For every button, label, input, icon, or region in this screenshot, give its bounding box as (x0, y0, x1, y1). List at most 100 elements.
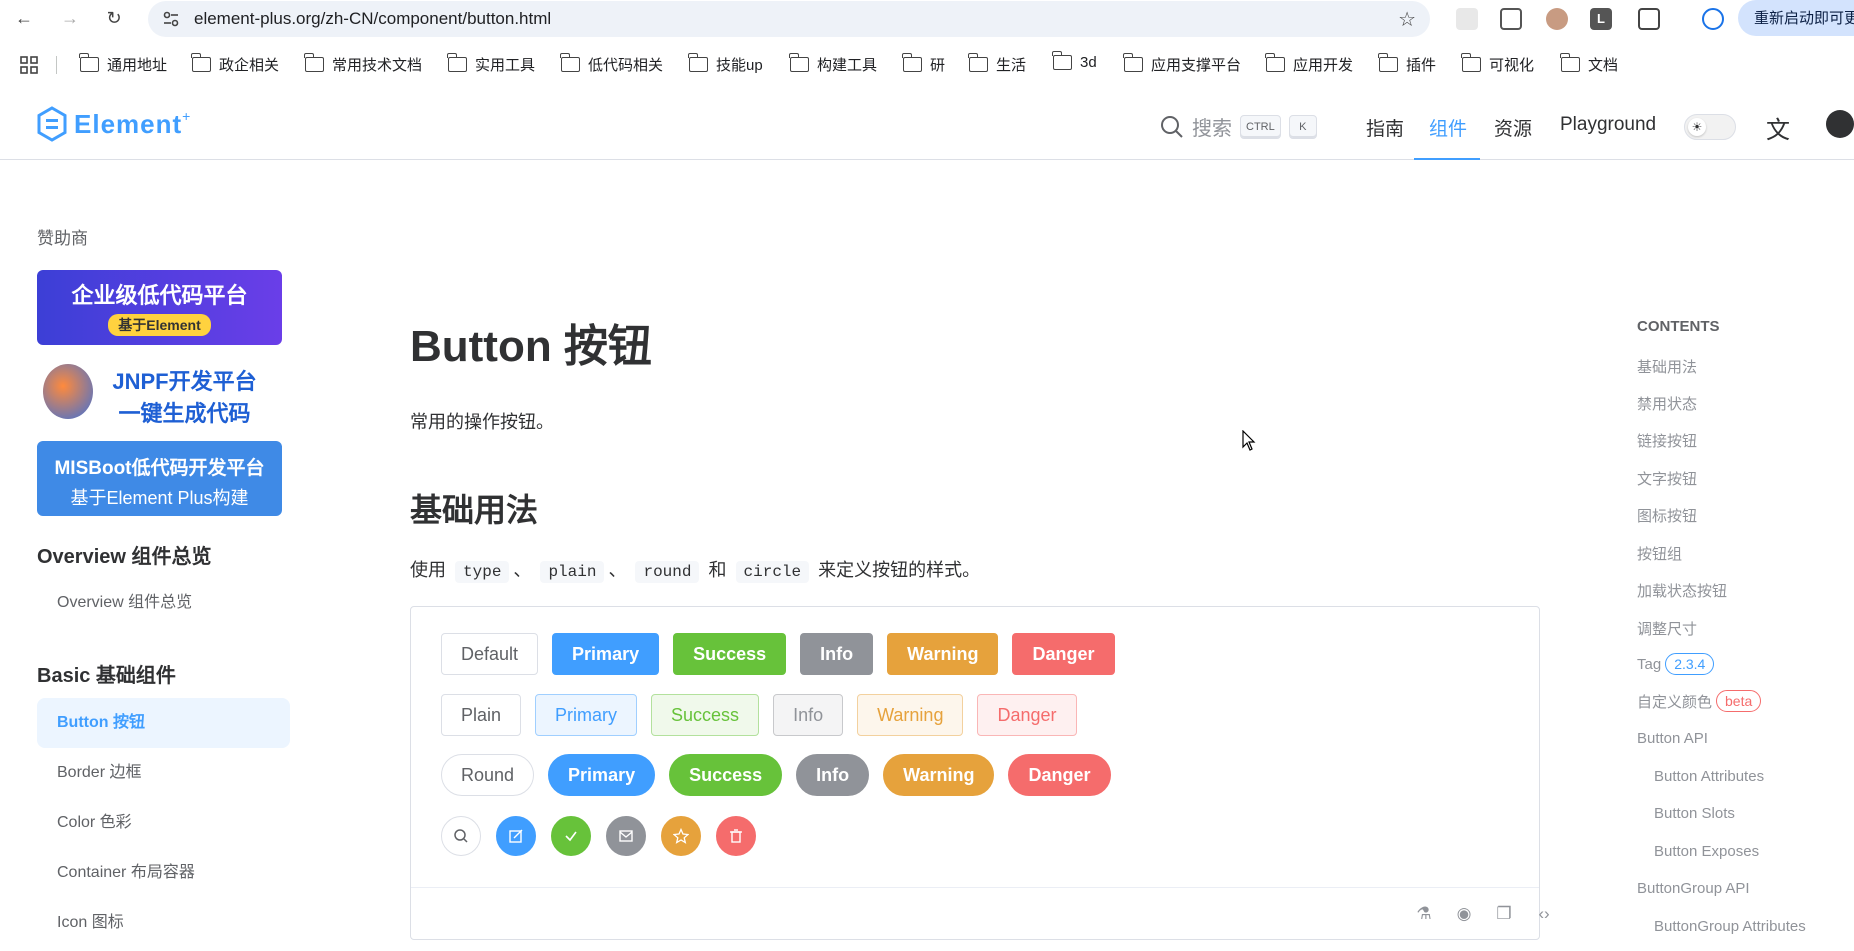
toc-item[interactable]: 图标按钮 (1637, 505, 1697, 526)
sponsor-banner-jnpf[interactable]: JNPF开发平台 一键生成代码 (37, 356, 282, 431)
toc-item[interactable]: 链接按钮 (1637, 430, 1697, 451)
round-primary-button[interactable]: Primary (548, 754, 656, 796)
qr-code-icon[interactable] (1500, 8, 1522, 30)
toc-item[interactable]: Button Slots (1654, 805, 1735, 822)
sidebar-item-border[interactable]: Border 边框 (37, 748, 290, 798)
sidebar-item-color[interactable]: Color 色彩 (37, 798, 290, 848)
primary-button[interactable]: Primary (552, 633, 660, 675)
circle-delete-button[interactable] (716, 816, 756, 856)
toc-item[interactable]: 文字按钮 (1637, 468, 1697, 489)
plain-button[interactable]: Plain (441, 694, 522, 736)
bookmark-folder[interactable]: 低代码相关 (560, 53, 663, 75)
bookmark-folder[interactable]: 构建工具 (789, 53, 877, 75)
url-text[interactable]: element-plus.org/zh-CN/component/button.… (194, 9, 551, 29)
github-edit-icon[interactable]: ◉ (1454, 904, 1474, 924)
bookmark-folder[interactable]: 技能up (688, 53, 763, 75)
apps-grid-icon[interactable] (20, 56, 38, 74)
plain-info-button[interactable]: Info (773, 694, 844, 736)
site-info-icon[interactable] (162, 10, 180, 28)
bookmark-folder[interactable]: 研 (902, 53, 945, 75)
plain-warning-button[interactable]: Warning (857, 694, 964, 736)
forward-arrow-icon[interactable]: → (58, 6, 82, 30)
profile-extension-icon[interactable] (1546, 8, 1568, 30)
toc-item[interactable]: 禁用状态 (1637, 393, 1697, 414)
nav-guide[interactable]: 指南 (1366, 114, 1404, 141)
plain-success-button[interactable]: Success (651, 694, 760, 736)
toc-item[interactable]: ButtonGroup Attributes (1654, 918, 1806, 935)
bookmark-folder[interactable]: 通用地址 (79, 53, 167, 75)
toc-item-custom-color[interactable]: 自定义颜色 beta (1637, 690, 1762, 712)
l-extension-icon[interactable]: L (1590, 8, 1612, 30)
restart-update-button[interactable]: 重新启动即可更 (1738, 0, 1854, 36)
plain-danger-button[interactable]: Danger (977, 694, 1077, 736)
address-bar[interactable]: element-plus.org/zh-CN/component/button.… (148, 1, 1430, 37)
sidebar-item-button[interactable]: Button 按钮 (37, 698, 290, 748)
demo-footer-toolbar: ⚗ ◉ ❐ ‹› (411, 887, 1550, 939)
warning-button[interactable]: Warning (887, 633, 999, 675)
bookmark-star-icon[interactable]: ☆ (1398, 7, 1416, 32)
sidebar-item-container[interactable]: Container 布局容器 (37, 848, 290, 898)
plain-primary-button[interactable]: Primary (535, 694, 638, 736)
toc-item-tag[interactable]: Tag 2.3.4 (1637, 653, 1715, 675)
account-icon[interactable] (1702, 8, 1724, 30)
flask-playground-icon[interactable]: ⚗ (1414, 904, 1434, 924)
sponsor-banner-misboot[interactable]: MISBoot低代码开发平台 基于Element Plus构建 (37, 441, 282, 516)
translate-icon[interactable]: 文 (1766, 110, 1790, 145)
reload-icon[interactable]: ↻ (102, 6, 126, 30)
toc-item[interactable]: Button Exposes (1654, 843, 1759, 860)
puzzle-extensions-icon[interactable] (1638, 8, 1660, 30)
toc-item[interactable]: Button API (1637, 730, 1708, 747)
theme-toggle[interactable]: ☀ (1684, 114, 1736, 140)
danger-button[interactable]: Danger (1012, 633, 1115, 675)
folder-icon (902, 53, 922, 72)
bookmark-folder[interactable]: 插件 (1378, 53, 1436, 75)
round-success-button[interactable]: Success (669, 754, 783, 796)
bookmark-folder[interactable]: 常用技术文档 (304, 53, 422, 75)
github-icon[interactable] (1826, 110, 1854, 138)
round-warning-button[interactable]: Warning (883, 754, 995, 796)
sidebar-item-icon[interactable]: Icon 图标 (37, 898, 290, 948)
toc-item[interactable]: ButtonGroup API (1637, 880, 1750, 897)
bookmark-folder[interactable]: 应用开发 (1265, 53, 1353, 75)
search-button[interactable]: 搜索 CTRL K (1160, 112, 1317, 141)
success-button[interactable]: Success (673, 633, 787, 675)
view-source-icon[interactable]: ‹› (1534, 904, 1554, 924)
circle-star-button[interactable] (661, 816, 701, 856)
sidebar-item-overview[interactable]: Overview 组件总览 (37, 578, 290, 628)
bookmark-folder[interactable]: 生活 (968, 53, 1026, 75)
circle-search-button[interactable] (441, 816, 481, 856)
bookmark-folder[interactable]: 3d (1052, 51, 1097, 71)
circle-edit-button[interactable] (496, 816, 536, 856)
circle-message-button[interactable] (606, 816, 646, 856)
circle-check-button[interactable] (551, 816, 591, 856)
bookmark-folder[interactable]: 文档 (1560, 53, 1618, 75)
bookmark-folder[interactable]: 政企相关 (191, 53, 279, 75)
round-info-button[interactable]: Info (796, 754, 870, 796)
nav-playground[interactable]: Playground (1560, 114, 1656, 136)
round-danger-button[interactable]: Danger (1008, 754, 1111, 796)
folder-icon (789, 53, 809, 72)
delete-icon (730, 829, 742, 843)
default-button[interactable]: Default (441, 633, 539, 675)
toc-item[interactable]: 按钮组 (1637, 543, 1682, 564)
folder-icon (304, 53, 324, 72)
info-button[interactable]: Info (800, 633, 874, 675)
site-header: Element + 搜索 CTRL K 指南 组件 资源 Playground ☀… (0, 92, 1854, 160)
toc-item[interactable]: 调整尺寸 (1637, 618, 1697, 639)
round-button[interactable]: Round (441, 754, 535, 796)
sidebar: 赞助商 企业级低代码平台 基于Element JNPF开发平台 一键生成代码 M… (0, 160, 320, 951)
bookmark-folder[interactable]: 可视化 (1461, 53, 1534, 75)
bookmark-folder[interactable]: 实用工具 (447, 53, 535, 75)
bookmark-folder[interactable]: 应用支撑平台 (1123, 53, 1241, 75)
nav-component[interactable]: 组件 (1429, 114, 1467, 141)
extension-icon[interactable] (1456, 8, 1478, 30)
toc-item[interactable]: 加载状态按钮 (1637, 580, 1727, 601)
toc-item[interactable]: 基础用法 (1637, 356, 1697, 377)
element-plus-logo[interactable]: Element + (36, 106, 190, 142)
version-badge: 2.3.4 (1665, 653, 1715, 675)
copy-icon[interactable]: ❐ (1494, 904, 1514, 924)
toc-item[interactable]: Button Attributes (1654, 768, 1764, 785)
back-arrow-icon[interactable]: ← (12, 6, 36, 30)
nav-resource[interactable]: 资源 (1494, 114, 1532, 141)
sponsor-banner-lowcode[interactable]: 企业级低代码平台 基于Element (37, 270, 282, 345)
